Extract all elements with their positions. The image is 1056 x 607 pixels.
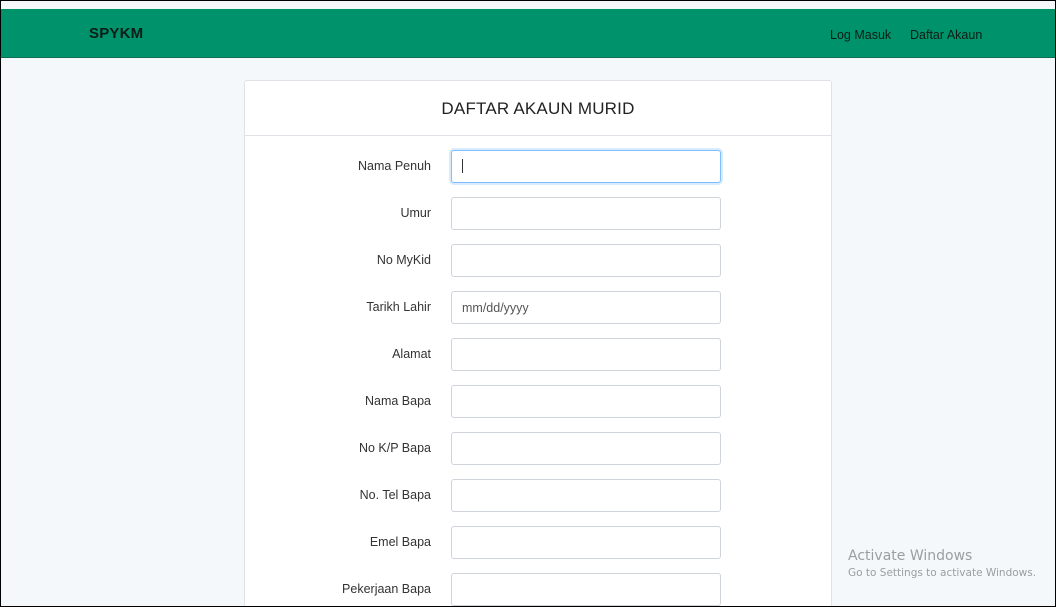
field-label: No. Tel Bapa: [359, 488, 431, 502]
registration-card: DAFTAR AKAUN MURID Nama Penuh Umur No My…: [244, 80, 832, 606]
form-row-emel-bapa: Emel Bapa: [245, 526, 831, 559]
field-label: Pekerjaan Bapa: [342, 582, 431, 596]
no-mykid-input[interactable]: [451, 244, 721, 277]
form-row-nama-bapa: Nama Bapa: [245, 385, 831, 418]
form-title: DAFTAR AKAUN MURID: [441, 99, 635, 118]
form-row-pekerjaan-bapa: Pekerjaan Bapa: [245, 573, 831, 606]
field-label: Nama Penuh: [358, 159, 431, 173]
umur-input[interactable]: [451, 197, 721, 230]
no-kp-bapa-input[interactable]: [451, 432, 721, 465]
form-row-umur: Umur: [245, 197, 831, 230]
field-label: Umur: [400, 206, 431, 220]
card-header: DAFTAR AKAUN MURID: [245, 81, 831, 136]
watermark-title: Activate Windows: [848, 548, 973, 564]
brand-logo[interactable]: SPYKM: [89, 25, 143, 42]
nav-login-link[interactable]: Log Masuk: [830, 28, 891, 42]
field-label: No MyKid: [376, 253, 431, 267]
top-navbar: SPYKM Log Masuk Daftar Akaun: [1, 9, 1055, 58]
windows-activation-watermark: Activate Windows Go to Settings to activ…: [848, 548, 1036, 579]
form-row-no-kp-bapa: No K/P Bapa: [245, 432, 831, 465]
no-tel-bapa-input[interactable]: [451, 479, 721, 512]
nama-penuh-input[interactable]: [451, 150, 721, 183]
nav-register-link[interactable]: Daftar Akaun: [910, 28, 982, 42]
field-label: Tarikh Lahir: [366, 300, 431, 314]
form-row-no-tel-bapa: No. Tel Bapa: [245, 479, 831, 512]
form-row-alamat: Alamat: [245, 338, 831, 371]
pekerjaan-bapa-input[interactable]: [451, 573, 721, 606]
form-row-tarikh-lahir: Tarikh Lahir: [245, 291, 831, 324]
field-label: Nama Bapa: [364, 394, 431, 408]
alamat-input[interactable]: [451, 338, 721, 371]
nama-bapa-input[interactable]: [451, 385, 721, 418]
watermark-subtitle: Go to Settings to activate Windows.: [848, 567, 1037, 579]
field-label: No K/P Bapa: [358, 441, 431, 455]
form-row-no-mykid: No MyKid: [245, 244, 831, 277]
field-label: Alamat: [392, 347, 431, 361]
field-label: Emel Bapa: [369, 535, 431, 549]
tarikh-lahir-input[interactable]: [451, 291, 721, 324]
text-cursor: [462, 159, 463, 173]
browser-viewport: SPYKM Log Masuk Daftar Akaun DAFTAR AKAU…: [0, 0, 1056, 607]
form-row-nama-penuh: Nama Penuh: [245, 150, 831, 183]
emel-bapa-input[interactable]: [451, 526, 721, 559]
